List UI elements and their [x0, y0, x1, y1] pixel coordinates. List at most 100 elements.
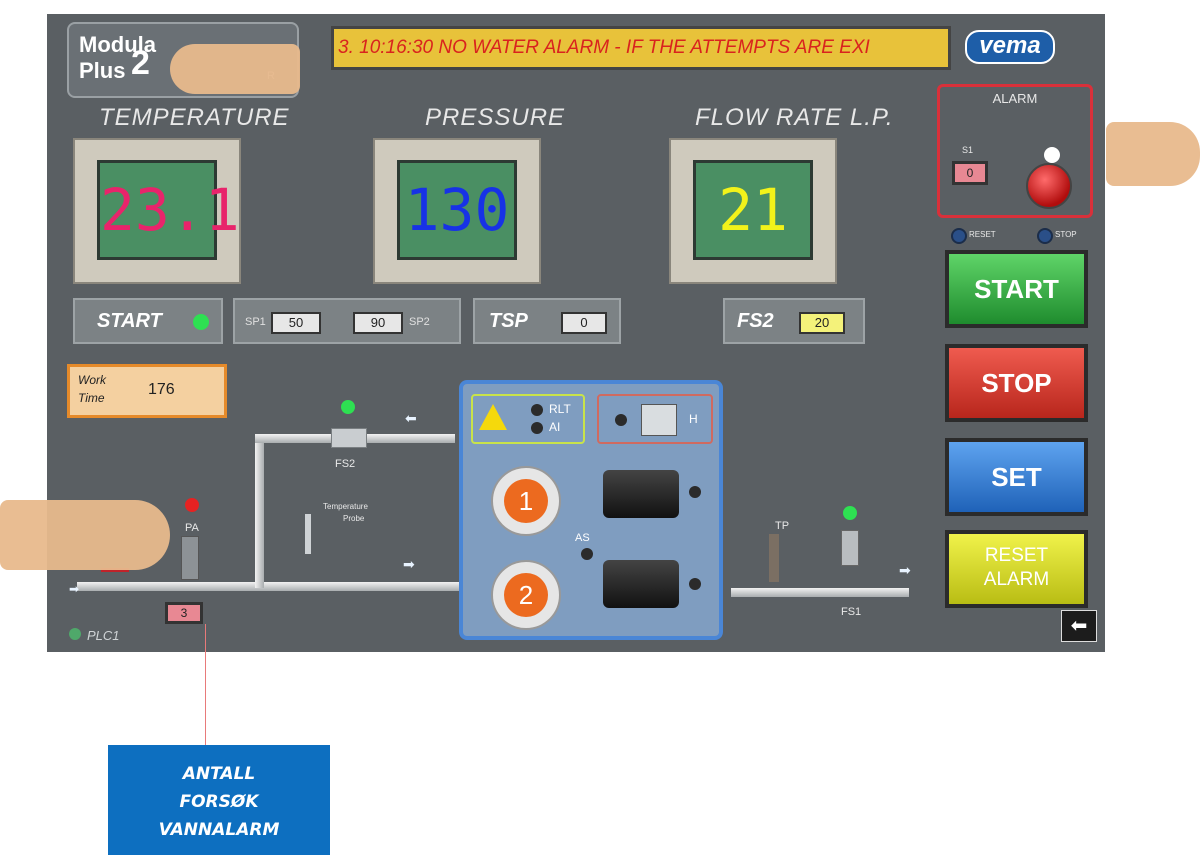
- pump1-status-led: [689, 486, 701, 498]
- ai-label: AI: [549, 420, 561, 434]
- fs1-led: [843, 506, 857, 520]
- tp-label: TP: [775, 520, 790, 532]
- vema-logo: vema: [965, 30, 1055, 64]
- start-status-led: [193, 314, 209, 330]
- work-time-value: 176: [148, 381, 175, 398]
- pump2-number: 2: [504, 573, 548, 617]
- fs2-field[interactable]: 20: [799, 312, 845, 334]
- as-label: AS: [575, 532, 590, 544]
- callout-line1: ANTALL: [182, 764, 256, 784]
- sp2-label: SP2: [409, 316, 430, 328]
- reset-indicator-led: [951, 228, 967, 244]
- pressure-display: 130: [373, 138, 541, 284]
- pump2-status-led: [689, 578, 701, 590]
- reset-alarm-line2: ALARM: [983, 569, 1050, 590]
- fs2-led: [341, 400, 355, 414]
- fs1-sensor-icon: [841, 530, 859, 566]
- controller-led: [615, 414, 627, 426]
- fs2-label: FS2: [737, 310, 774, 332]
- pump2-button[interactable]: 2: [491, 560, 561, 630]
- temperature-value: 23.1: [97, 160, 240, 260]
- pump-module: RLT AI H 1 2 AS: [459, 380, 723, 640]
- plc-icon: [69, 628, 81, 640]
- pointing-hand-icon: [170, 44, 300, 94]
- pointing-hand-icon: [0, 500, 170, 570]
- fs2-box: FS2 20: [723, 298, 865, 344]
- callout-line2: FORSØK: [179, 792, 259, 812]
- work-time-box: Work Time 176: [67, 364, 227, 418]
- temperature-probe-label-1: Temperature: [323, 502, 368, 511]
- callout-connector: [205, 624, 206, 746]
- pa-label: PA: [185, 522, 199, 534]
- pump1-motor-icon: [603, 470, 679, 518]
- start-button[interactable]: START: [945, 250, 1088, 328]
- fs1-label: FS1: [841, 606, 862, 618]
- tsp-box: TSP 0: [473, 298, 621, 344]
- tp-sensor-icon: [769, 534, 779, 582]
- temperature-probe-icon: [305, 514, 311, 554]
- stop-button[interactable]: STOP: [945, 344, 1088, 422]
- temperature-probe-label-2: Probe: [343, 514, 365, 523]
- plc-label: PLC1: [87, 628, 120, 643]
- back-arrow-button[interactable]: ⬅: [1061, 610, 1097, 642]
- sp2-field[interactable]: 90: [353, 312, 403, 334]
- pa-led: [185, 498, 199, 512]
- flow-arrow-icon: ⬅: [405, 410, 417, 426]
- flow-rate-value: 21: [693, 160, 813, 260]
- rlt-label: RLT: [549, 402, 571, 416]
- tsp-label: TSP: [489, 310, 528, 332]
- attempts-counter: 3: [165, 602, 203, 624]
- reset-indicator-label: RESET: [969, 230, 996, 239]
- alarm-panel: ALARM S1 0: [937, 84, 1093, 218]
- work-time-label-1: Work: [78, 373, 106, 387]
- logo-line2: Plus: [79, 58, 126, 83]
- alarm-counter-label: S1: [962, 145, 974, 155]
- pump2-motor-icon: [603, 560, 679, 608]
- alarm-bell-icon: [1026, 163, 1072, 209]
- as-led: [581, 548, 593, 560]
- alarm-counter-value: 0: [952, 161, 988, 185]
- flow-arrow-icon: ➡: [403, 556, 415, 572]
- pressure-switch-icon: [181, 536, 199, 580]
- controller-icon: [641, 404, 677, 436]
- power-indicator-group: RLT AI: [471, 394, 585, 444]
- stop-indicator-led: [1037, 228, 1053, 244]
- work-time-label-2: Time: [78, 391, 105, 405]
- flow-rate-title: FLOW RATE L.P.: [695, 104, 894, 131]
- temperature-title: TEMPERATURE: [99, 104, 290, 131]
- pump1-number: 1: [504, 479, 548, 523]
- logo-number: 2: [131, 44, 150, 82]
- main-pipe-right: [731, 588, 909, 597]
- set-button[interactable]: SET: [945, 438, 1088, 516]
- warning-icon: [479, 404, 507, 430]
- attempts-callout: ANTALL FORSØK VANNALARM: [108, 745, 330, 855]
- pressure-title: PRESSURE: [425, 104, 566, 131]
- start-status-label: START: [97, 310, 162, 332]
- ai-led: [531, 422, 543, 434]
- callout-line3: VANNALARM: [158, 820, 280, 840]
- hmi-panel: Modula Plus 2 R 3. 10:16:30 NO WATER ALA…: [47, 14, 1105, 652]
- alarm-panel-title: ALARM: [992, 91, 1038, 106]
- fs2-sensor-label: FS2: [335, 458, 356, 470]
- flow-arrow-icon: ➡: [899, 562, 911, 578]
- stop-indicator-label: STOP: [1055, 230, 1077, 239]
- flow-arrow-icon: ➡: [69, 582, 80, 596]
- sp1-label: SP1: [245, 316, 266, 328]
- tsp-field[interactable]: 0: [561, 312, 607, 334]
- start-status-box: START: [73, 298, 223, 344]
- main-pipe-left: [77, 582, 459, 591]
- temperature-display: 23.1: [73, 138, 241, 284]
- controller-group: H: [597, 394, 713, 444]
- vertical-pipe: [255, 438, 264, 588]
- sp1-field[interactable]: 50: [271, 312, 321, 334]
- flow-rate-display: 21: [669, 138, 837, 284]
- h-label: H: [689, 412, 698, 426]
- pressure-value: 130: [397, 160, 517, 260]
- pointing-hand-icon: [1106, 122, 1200, 186]
- setpoint-box: SP1 50 90 SP2: [233, 298, 461, 344]
- alarm-light: [1044, 147, 1060, 163]
- reset-alarm-button[interactable]: RESET ALARM: [945, 530, 1088, 608]
- alarm-message-bar: 3. 10:16:30 NO WATER ALARM - IF THE ATTE…: [331, 26, 951, 70]
- fs2-sensor-icon: [331, 428, 367, 448]
- pump1-button[interactable]: 1: [491, 466, 561, 536]
